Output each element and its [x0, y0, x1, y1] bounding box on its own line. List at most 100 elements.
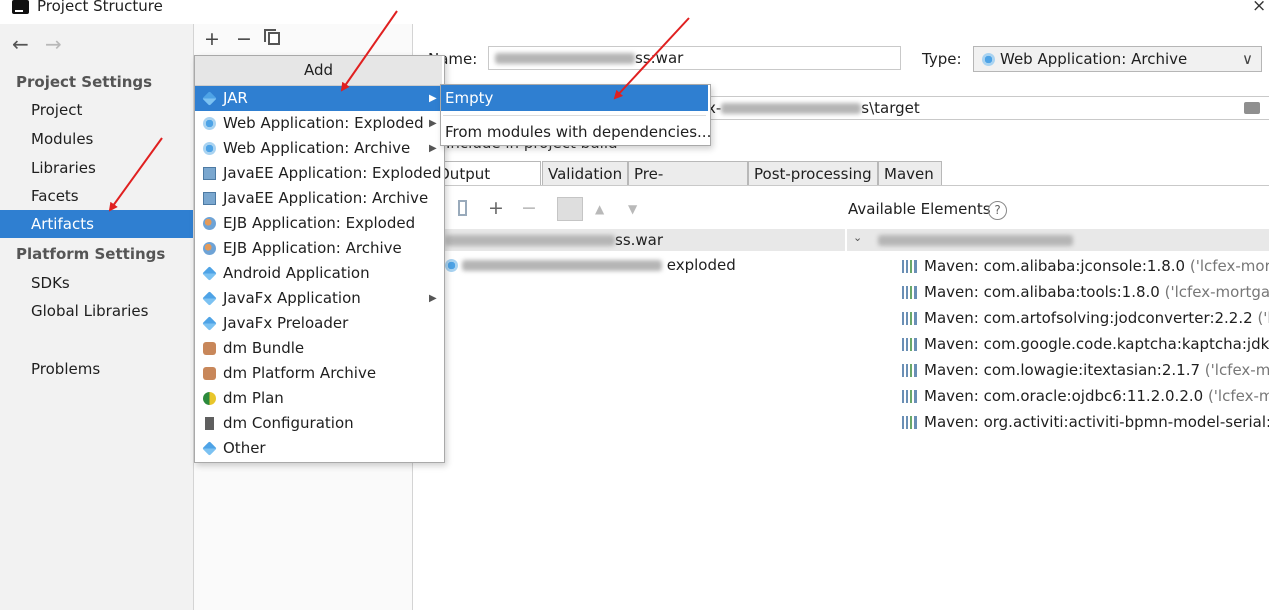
tab-output-layout[interactable]: Output Layout [432, 161, 541, 207]
redacted-text [878, 235, 1073, 246]
list-item[interactable]: Maven: com.alibaba:tools:1.8.0 ('lcfex-m… [902, 279, 1269, 305]
menu-item-dm-bundle[interactable]: dm Bundle [195, 336, 442, 361]
menu-item-jar[interactable]: JAR ▶ [195, 86, 442, 111]
remove-artifact-button[interactable]: − [236, 28, 252, 50]
tab-pre-processing[interactable]: Pre-processing [628, 161, 748, 207]
menu-item-javafx-preloader[interactable]: JavaFx Preloader [195, 311, 442, 336]
output-dir-suffix: s\target [861, 99, 920, 117]
add-artifact-menu: Add JAR ▶ Web Application: Exploded ▶ Web … [194, 55, 445, 463]
list-item[interactable]: Maven: com.lowagie:itextasian:2.1.7 ('lc… [902, 357, 1269, 383]
forward-arrow-icon[interactable]: → [45, 32, 62, 56]
sidebar-item-modules[interactable]: Modules [0, 125, 193, 153]
artifact-type-value: Web Application: Archive [1000, 50, 1188, 68]
chevron-down-icon: ∨ [1242, 50, 1253, 68]
submenu-arrow-icon: ▶ [429, 93, 437, 104]
expand-arrow-icon[interactable]: ⌄ [853, 231, 862, 244]
config-icon [205, 417, 214, 430]
jar-icon [202, 266, 217, 281]
javaee-icon [203, 167, 216, 180]
menu-item-javaee-archive[interactable]: JavaEE Application: Archive [195, 186, 442, 211]
web-app-icon [203, 117, 216, 130]
section-platform-settings: Platform Settings [16, 245, 166, 263]
list-item[interactable]: Maven: com.artofsolving:jodconverter:2.2… [902, 305, 1269, 331]
submenu-arrow-icon: ▶ [429, 143, 437, 154]
ejb-icon [203, 242, 216, 255]
menu-header: Add [195, 56, 442, 86]
layout-root-suffix: ss.war [615, 231, 664, 249]
bundle-icon [203, 342, 216, 355]
bundle-icon [203, 367, 216, 380]
sidebar-item-project[interactable]: Project [0, 96, 193, 124]
tab-post-processing[interactable]: Post-processing [748, 161, 878, 185]
help-icon[interactable]: ? [988, 201, 1007, 220]
submenu-item-from-modules[interactable]: From modules with dependencies... [441, 119, 711, 145]
plan-icon [203, 392, 216, 405]
back-arrow-icon[interactable]: ← [12, 32, 29, 56]
menu-item-web-app-archive[interactable]: Web Application: Archive ▶ [195, 136, 442, 161]
submenu-item-empty[interactable]: Empty [441, 85, 708, 111]
add-element-button[interactable]: + [488, 197, 504, 219]
web-app-icon [982, 53, 995, 66]
library-icon [902, 286, 917, 299]
list-item[interactable]: Maven: com.google.code.kaptcha:kaptcha:j… [902, 331, 1269, 357]
list-item[interactable]: Maven: com.oracle:ojdbc6:11.2.0.2.0 ('lc… [902, 383, 1269, 409]
sidebar-item-libraries[interactable]: Libraries [0, 154, 193, 182]
menu-item-dm-plan[interactable]: dm Plan [195, 386, 442, 411]
menu-item-dm-configuration[interactable]: dm Configuration [195, 411, 442, 436]
available-root-label[interactable] [878, 231, 1073, 249]
sidebar-item-artifacts[interactable]: Artifacts [0, 210, 193, 238]
library-icon [902, 312, 917, 325]
close-icon[interactable]: × [1252, 0, 1266, 16]
add-artifact-button[interactable]: + [204, 28, 220, 50]
layout-exploded-item[interactable]: exploded [445, 256, 736, 274]
sidebar-item-global-libraries[interactable]: Global Libraries [0, 297, 193, 325]
artifact-type-select[interactable]: Web Application: Archive ∨ [973, 46, 1262, 72]
remove-element-button[interactable]: − [521, 197, 537, 219]
layout-exploded-suffix: exploded [666, 256, 736, 274]
artifact-name-suffix: ss:war [635, 49, 684, 67]
section-project-settings: Project Settings [16, 73, 153, 91]
title-bar [0, 0, 1269, 18]
submenu-separator [443, 115, 706, 116]
redacted-text [721, 103, 862, 114]
jar-submenu: Empty From modules with dependencies... [440, 84, 711, 146]
tab-maven[interactable]: Maven [878, 161, 942, 185]
artifact-name-field[interactable]: ss:war [488, 46, 901, 70]
copy-icon[interactable] [264, 29, 280, 45]
javaee-icon [203, 192, 216, 205]
menu-item-ejb-exploded[interactable]: EJB Application: Exploded [195, 211, 442, 236]
redacted-text [495, 53, 635, 64]
menu-item-android-application[interactable]: Android Application [195, 261, 442, 286]
menu-item-ejb-archive[interactable]: EJB Application: Archive [195, 236, 442, 261]
library-icon [902, 416, 917, 429]
intellij-app-icon [12, 0, 29, 14]
redacted-text [462, 260, 662, 271]
folder-icon[interactable] [1244, 102, 1260, 114]
menu-item-web-app-exploded[interactable]: Web Application: Exploded ▶ [195, 111, 442, 136]
menu-item-javaee-exploded[interactable]: JavaEE Application: Exploded [195, 161, 442, 186]
sidebar-item-facets[interactable]: Facets [0, 182, 193, 210]
sort-icon[interactable] [557, 197, 583, 221]
output-directory-field[interactable]: x-s\target [700, 96, 1269, 120]
web-app-icon [203, 142, 216, 155]
library-icon [902, 260, 917, 273]
menu-item-other[interactable]: Other [195, 436, 442, 461]
menu-item-javafx-application[interactable]: JavaFx Application ▶ [195, 286, 442, 311]
type-label: Type: [922, 50, 962, 68]
library-icon [902, 390, 917, 403]
move-down-icon[interactable]: ▼ [628, 202, 637, 216]
layout-root-label[interactable]: ss.war [445, 231, 663, 249]
jar-icon [202, 291, 217, 306]
submenu-arrow-icon: ▶ [429, 293, 437, 304]
list-item[interactable]: Maven: com.alibaba:jconsole:1.8.0 ('lcfe… [902, 253, 1269, 279]
sidebar-item-problems[interactable]: Problems [0, 355, 193, 383]
move-up-icon[interactable]: ▲ [595, 202, 604, 216]
list-item[interactable]: Maven: org.activiti:activiti-bpmn-model-… [902, 409, 1269, 435]
ejb-icon [203, 217, 216, 230]
library-icon [902, 364, 917, 377]
tab-validation[interactable]: Validation [542, 161, 628, 185]
menu-item-dm-platform-archive[interactable]: dm Platform Archive [195, 361, 442, 386]
jar-icon [202, 91, 217, 106]
sidebar-item-sdks[interactable]: SDKs [0, 269, 193, 297]
create-directory-icon[interactable] [458, 200, 467, 216]
